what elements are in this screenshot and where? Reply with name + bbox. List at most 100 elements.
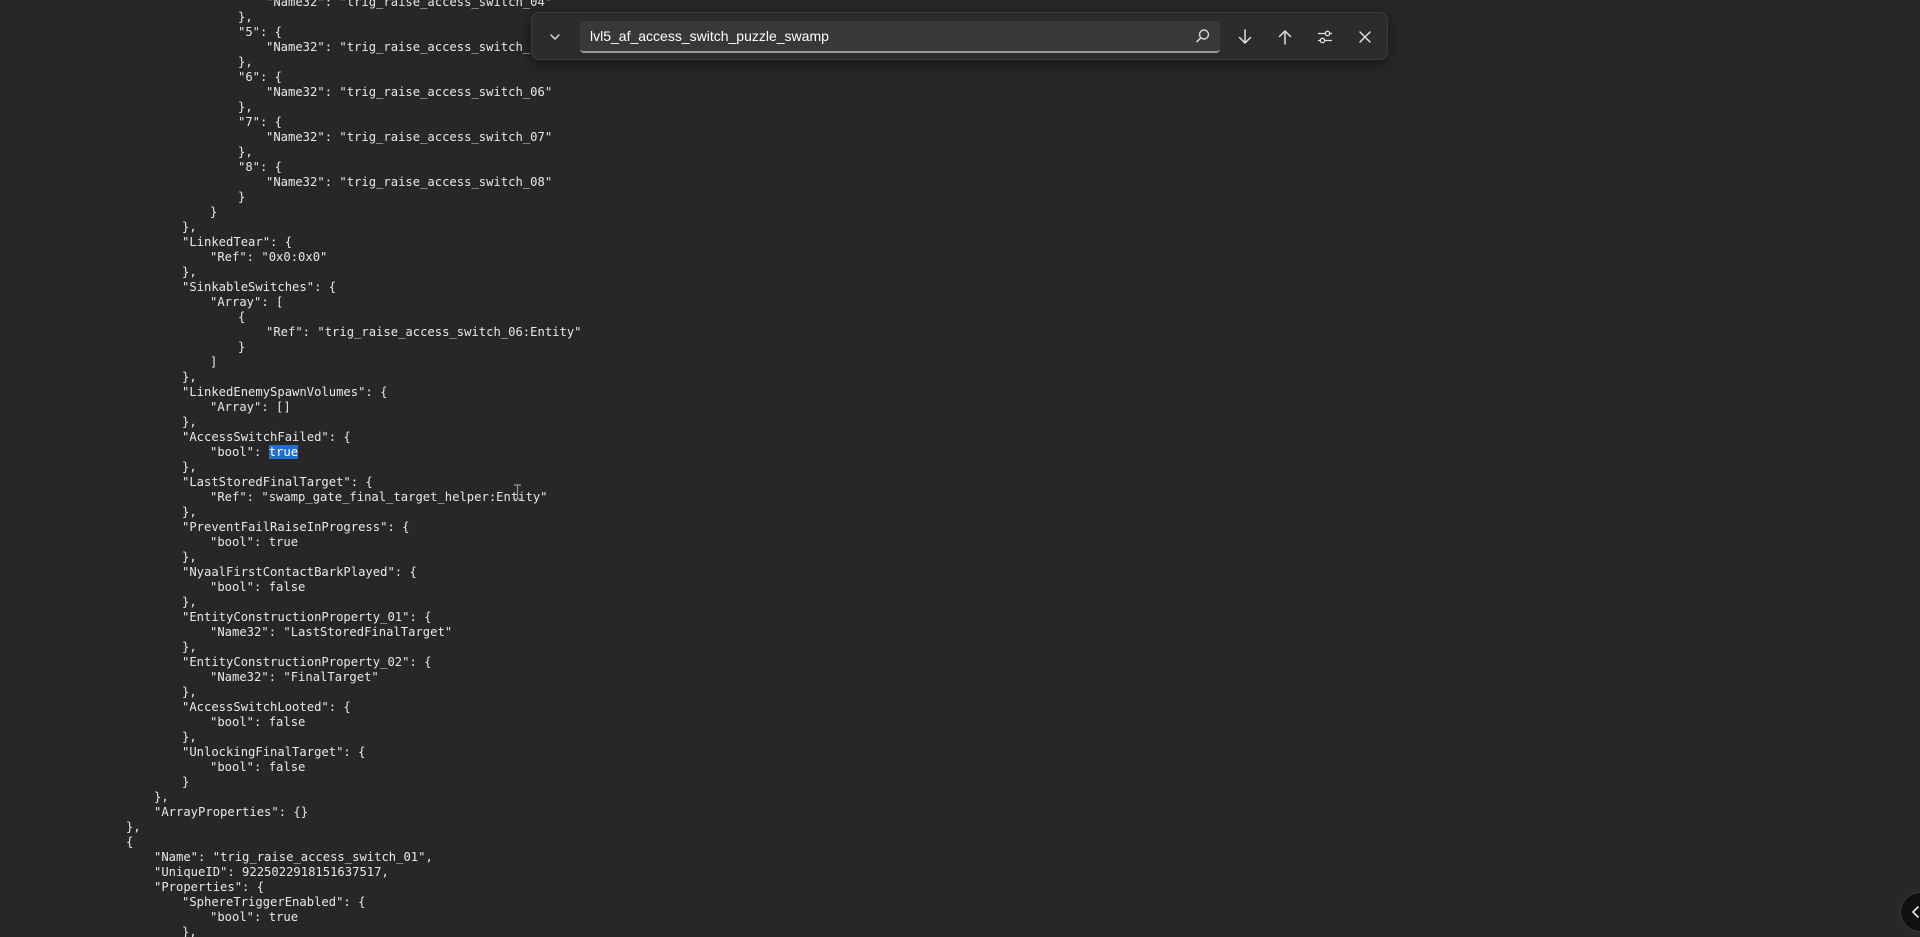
code-text: } [210,205,218,219]
code-line: "Name32": "trig_raise_access_switch_08" [0,175,1920,190]
code-line: ] [0,355,1920,370]
code-line: }, [0,265,1920,280]
code-text: "Array": [] [210,400,291,414]
code-line: }, [0,790,1920,805]
code-text: { [238,310,246,324]
code-text: "bool": false [210,715,306,729]
code-text: "bool": [210,445,269,459]
code-line: }, [0,220,1920,235]
find-next-button[interactable] [1230,23,1260,51]
code-line: "AccessSwitchFailed": { [0,430,1920,445]
code-line: "EntityConstructionProperty_01": { [0,610,1920,625]
find-options-button[interactable] [1310,23,1340,51]
find-input-box[interactable] [580,21,1220,53]
code-text: }, [238,55,253,69]
code-text: "Name32": "trig_raise_access_switch_08" [266,175,553,189]
text-cursor-icon [513,484,522,500]
code-text: "LastStoredFinalTarget": { [182,475,373,489]
code-line: "bool": true [0,535,1920,550]
code-text: "EntityConstructionProperty_02": { [182,655,432,669]
code-line: "Ref": "trig_raise_access_switch_06:Enti… [0,325,1920,340]
code-line: }, [0,370,1920,385]
code-text: }, [238,10,253,24]
code-line: }, [0,505,1920,520]
code-line: } [0,775,1920,790]
code-text: "AccessSwitchFailed": { [182,430,351,444]
code-text: "NyaalFirstContactBarkPlayed": { [182,565,417,579]
code-text: }, [182,925,197,937]
code-line: "EntityConstructionProperty_02": { [0,655,1920,670]
arrow-down-icon [1238,29,1252,44]
code-line: "Array": [ [0,295,1920,310]
close-find-button[interactable] [1350,23,1380,51]
code-text: }, [182,595,197,609]
find-previous-button[interactable] [1270,23,1300,51]
code-line: "bool": true [0,445,1920,460]
code-line: "SphereTriggerEnabled": { [0,895,1920,910]
code-line: { [0,835,1920,850]
code-line: }, [0,550,1920,565]
code-line: "LinkedTear": { [0,235,1920,250]
code-line: "Name": "trig_raise_access_switch_01", [0,850,1920,865]
code-line: "bool": false [0,580,1920,595]
code-text: }, [182,265,197,279]
code-text: "LinkedEnemySpawnVolumes": { [182,385,388,399]
code-line: }, [0,925,1920,937]
code-text: } [238,190,246,204]
code-text: "Properties": { [154,880,265,894]
code-text: "Name32": "LastStoredFinalTarget" [210,625,453,639]
code-line: "PreventFailRaiseInProgress": { [0,520,1920,535]
code-line: } [0,205,1920,220]
code-text: }, [182,220,197,234]
expand-find-button[interactable] [540,23,570,51]
code-text: "UniqueID": 9225022918151637517, [154,865,389,879]
code-text: } [238,340,246,354]
code-text: "7": { [238,115,283,129]
code-line: "bool": true [0,910,1920,925]
code-text: "SphereTriggerEnabled": { [182,895,366,909]
chevron-left-icon [1912,906,1919,918]
json-viewer: "Name32": "trig_raise_access_switch_04"}… [0,0,1920,937]
code-text: "Name32": "FinalTarget" [210,670,379,684]
code-text: "Ref": "trig_raise_access_switch_06:Enti… [266,325,582,339]
code-line: "Name32": "trig_raise_access_switch_04" [0,0,1920,10]
json-code-view: "Name32": "trig_raise_access_switch_04"}… [0,0,1920,937]
code-text: "8": { [238,160,283,174]
code-line: }, [0,685,1920,700]
code-text: "Name32": "trig_raise_access_switch_04" [266,0,553,9]
code-text: "Ref": "0x0:0x0" [210,250,328,264]
code-text: }, [238,100,253,114]
code-line: }, [0,460,1920,475]
code-text: "Name": "trig_raise_access_switch_01", [154,850,433,864]
code-text: "AccessSwitchLooted": { [182,700,351,714]
code-text: "bool": true [210,535,299,549]
code-line: { [0,310,1920,325]
code-text: "bool": false [210,760,306,774]
code-line: } [0,340,1920,355]
sliders-icon [1318,30,1332,44]
code-text: "LinkedTear": { [182,235,293,249]
code-line: "LastStoredFinalTarget": { [0,475,1920,490]
code-line: "bool": false [0,715,1920,730]
code-text: } [182,775,190,789]
find-input[interactable] [590,21,1180,51]
code-text: }, [182,730,197,744]
code-text: }, [182,505,197,519]
code-text: "Ref": "swamp_gate_final_target_helper:E… [210,490,548,504]
code-text: }, [182,370,197,384]
code-text: "bool": true [210,910,299,924]
code-line: }, [0,730,1920,745]
find-bar [531,12,1388,60]
code-line: }, [0,820,1920,835]
code-line: }, [0,145,1920,160]
chevron-down-icon [550,34,560,40]
code-line: } [0,190,1920,205]
code-line: "UnlockingFinalTarget": { [0,745,1920,760]
code-text: { [126,835,134,849]
code-line: "Ref": "swamp_gate_final_target_helper:E… [0,490,1920,505]
code-line: "LinkedEnemySpawnVolumes": { [0,385,1920,400]
code-text: "5": { [238,25,283,39]
search-match-highlight: true [268,445,299,459]
search-icon[interactable] [1194,27,1212,45]
code-text: }, [154,790,169,804]
